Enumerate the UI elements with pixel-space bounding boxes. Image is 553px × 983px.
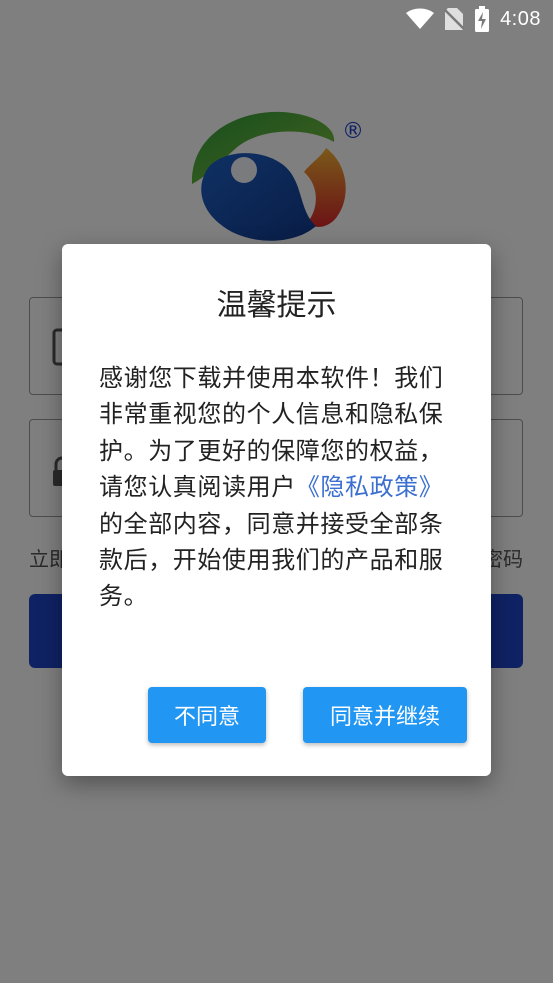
- message-text-continued: 的全部内容，同意并接受全部条款后，开始使用我们的产品和服务。: [99, 509, 444, 611]
- no-sim-icon: [444, 8, 465, 30]
- disagree-button[interactable]: 不同意: [148, 687, 266, 743]
- dialog-message: 感谢您下载并使用本软件！我们非常重视您的个人信息和隐私保护。为了更好的保障您的权…: [99, 360, 444, 615]
- wifi-icon: [406, 8, 435, 29]
- battery-charging-icon: [475, 6, 490, 32]
- privacy-dialog: 温馨提示 感谢您下载并使用本软件！我们非常重视您的个人信息和隐私保护。为了更好的…: [62, 244, 491, 776]
- status-bar: 4:08: [0, 0, 553, 38]
- dialog-title: 温馨提示: [216, 288, 337, 323]
- clock: 4:08: [500, 7, 541, 30]
- privacy-policy-link[interactable]: 《隐私政策》: [296, 473, 444, 501]
- agree-continue-button[interactable]: 同意并继续: [303, 687, 467, 743]
